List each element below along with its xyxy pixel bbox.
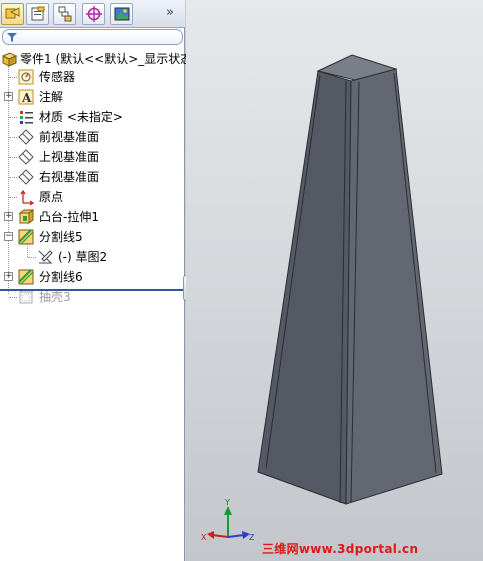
extrude-icon xyxy=(18,209,34,224)
plane-icon xyxy=(18,169,34,185)
plane-icon xyxy=(18,149,34,165)
tree-item-label: 上视基准面 xyxy=(39,150,100,164)
model-left-face[interactable] xyxy=(257,70,352,505)
triad-y-label: Y xyxy=(224,498,230,507)
tree-root-label: 零件1 (默认<<默认>_显示状态 xyxy=(20,52,193,66)
tree-item-label: 右视基准面 xyxy=(39,170,100,184)
tree-branch xyxy=(9,197,17,198)
tree-item-front-plane[interactable]: 前视基准面 xyxy=(0,127,185,147)
configuration-manager-icon xyxy=(58,6,72,22)
svg-text:A: A xyxy=(21,91,32,105)
tree-item-label: 材质 <未指定> xyxy=(39,110,123,124)
tree-item-sensors[interactable]: 传感器 xyxy=(0,67,185,87)
collapse-toggle[interactable]: − xyxy=(4,232,13,241)
tab-feature-manager[interactable] xyxy=(1,3,24,25)
feature-tree-icon xyxy=(5,7,20,19)
split-line-icon xyxy=(18,229,34,245)
annotations-icon: A xyxy=(18,89,34,105)
tree-branch xyxy=(9,137,17,138)
manager-tabbar: » xyxy=(0,0,185,28)
more-tabs-button[interactable]: » xyxy=(166,5,180,21)
expand-toggle[interactable]: + xyxy=(4,212,13,221)
tree-item-label: (-) 草图2 xyxy=(58,250,108,264)
filter-bar xyxy=(0,28,185,46)
shell-icon xyxy=(19,289,34,304)
tree-branch xyxy=(9,117,17,118)
triad-z-label: Z xyxy=(249,533,255,542)
part-icon xyxy=(1,52,17,67)
tree-branch xyxy=(28,257,36,258)
tree-branch xyxy=(9,77,17,78)
tree-item-label: 传感器 xyxy=(39,70,76,84)
tree-item-top-plane[interactable]: 上视基准面 xyxy=(0,147,185,167)
filter-input[interactable] xyxy=(2,29,183,45)
split-line-icon xyxy=(18,269,34,285)
sketch-icon xyxy=(38,250,53,264)
tree-item-right-plane[interactable]: 右视基准面 xyxy=(0,167,185,187)
display-manager-icon xyxy=(114,7,130,21)
dimxpert-icon xyxy=(86,6,102,22)
tree-item-origin[interactable]: 原点 xyxy=(0,187,185,207)
tree-item-material[interactable]: 材质 <未指定> xyxy=(0,107,185,127)
expand-toggle[interactable]: + xyxy=(4,92,13,101)
material-icon xyxy=(20,111,33,124)
tree-item-annotations[interactable]: + A 注解 xyxy=(0,87,185,107)
tree-item-label: 分割线5 xyxy=(39,230,83,244)
tree-item-label: 前视基准面 xyxy=(39,130,100,144)
origin-icon xyxy=(20,189,34,205)
rollback-bar[interactable] xyxy=(0,289,184,291)
model-view xyxy=(257,54,443,505)
tree-root-part[interactable]: 零件1 (默认<<默认>_显示状态 xyxy=(0,49,192,69)
tab-display-manager[interactable] xyxy=(110,3,133,25)
axis-triad: Y Z X xyxy=(201,498,255,542)
plane-icon xyxy=(18,129,34,145)
filter-icon xyxy=(7,33,17,42)
sensors-icon xyxy=(18,69,34,85)
tree-item-split-line-5[interactable]: − 分割线5 xyxy=(0,227,185,247)
feature-manager-panel: » 零件1 (默认<<默认>_显示状态 传感器 + A 注解 材质 <未指定> … xyxy=(0,0,192,561)
watermark-text: 三维网www.3dportal.cn xyxy=(262,542,419,556)
tree-item-label: 原点 xyxy=(39,190,64,204)
tree-branch xyxy=(9,157,17,158)
tree-branch xyxy=(9,297,17,298)
tree-item-label: 注解 xyxy=(39,90,64,104)
triad-x-label: X xyxy=(201,533,207,542)
tree-branch xyxy=(9,177,17,178)
graphics-area[interactable] xyxy=(186,0,483,561)
tree-item-boss-extrude[interactable]: + 凸台-拉伸1 xyxy=(0,207,185,227)
tab-configuration-manager[interactable] xyxy=(53,3,76,25)
property-manager-icon xyxy=(31,6,45,21)
tree-item-split-line-6[interactable]: + 分割线6 xyxy=(0,267,185,287)
tree-item-sketch-2[interactable]: (-) 草图2 xyxy=(0,247,185,267)
model-right-face[interactable] xyxy=(345,68,443,505)
tab-property-manager[interactable] xyxy=(26,3,49,25)
tab-dimxpert-manager[interactable] xyxy=(82,3,105,25)
tree-item-label: 凸台-拉伸1 xyxy=(39,210,99,224)
tree-item-label: 抽壳3 xyxy=(39,290,71,304)
tree-item-label: 分割线6 xyxy=(39,270,83,284)
expand-toggle[interactable]: + xyxy=(4,272,13,281)
